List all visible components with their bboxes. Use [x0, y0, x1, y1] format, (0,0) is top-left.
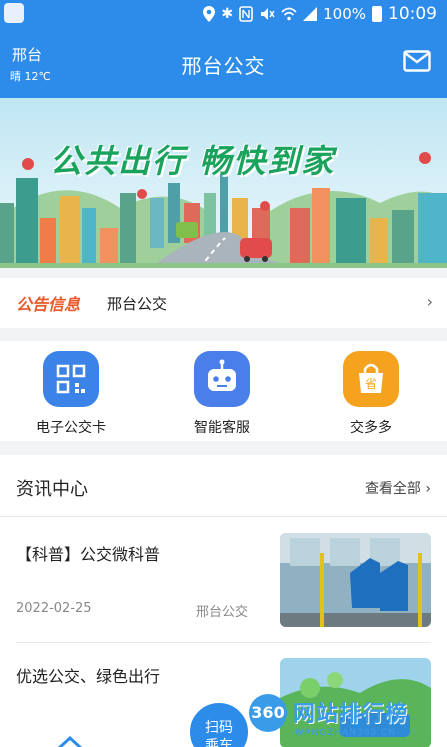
news-item[interactable]: 【科普】公交微科普 2022-02-25 邢台公交 — [16, 533, 431, 643]
notice-text: 邢台公交 — [107, 295, 168, 313]
banner-carousel[interactable]: 公共出行 畅快到家 — [0, 98, 447, 268]
scan-label-line1: 扫码 — [205, 720, 233, 736]
news-item-title: 【科普】公交微科普 — [16, 545, 161, 564]
news-item-source: 邢台公交 — [196, 605, 249, 620]
watermark-text: 网站排行榜 — [293, 702, 409, 727]
chevron-right-icon: › — [426, 292, 433, 311]
watermark-badge: 360 — [249, 694, 287, 732]
bluetooth-icon: ✱ — [221, 6, 234, 22]
battery-icon — [372, 6, 382, 22]
view-all-link[interactable]: 查看全部 › — [365, 478, 431, 498]
qr-card-icon — [43, 351, 99, 407]
signal-icon — [303, 7, 318, 21]
clock: 10:09 — [388, 4, 437, 24]
quick-action-label: 智能客服 — [194, 420, 250, 436]
wifi-icon — [281, 7, 297, 21]
banner-slogan: 公共出行 畅快到家 — [50, 142, 336, 180]
news-header: 资讯中心 查看全部 › — [0, 455, 447, 517]
page-title: 邢台公交 — [181, 54, 266, 78]
watermark-url: -WANGZHAN360.CN- — [291, 728, 401, 738]
scan-label-line2: 乘车 — [205, 738, 233, 747]
quick-action-shop[interactable]: 省 交多多 — [306, 341, 436, 441]
app-screen: ✱ 100% 10:09 邢台 晴 12℃ 邢台公交 公共出行 畅快到家 公告信… — [0, 0, 447, 747]
app-notification-icon — [4, 3, 24, 23]
status-bar: ✱ 100% 10:09 — [0, 0, 447, 28]
nfc-icon — [239, 6, 253, 22]
mute-icon — [261, 8, 275, 20]
watermark: 360 网站排行榜 -WANGZHAN360.CN- — [245, 690, 445, 747]
home-icon[interactable] — [56, 736, 84, 747]
quick-action-bus-card[interactable]: 电子公交卡 — [6, 341, 136, 441]
top-bar: ✱ 100% 10:09 邢台 晴 12℃ 邢台公交 — [0, 0, 447, 98]
battery-percent: 100% — [323, 5, 366, 23]
news-title: 资讯中心 — [16, 479, 88, 500]
notice-badge: 公告信息 — [16, 295, 81, 314]
banner-illustration — [0, 98, 447, 268]
quick-action-label: 电子公交卡 — [36, 420, 106, 436]
view-all-label: 查看全部 — [364, 481, 421, 497]
app-header: 邢台 晴 12℃ 邢台公交 — [0, 28, 447, 98]
news-item-title: 优选公交、绿色出行 — [16, 667, 161, 686]
shopping-bag-icon: 省 — [343, 351, 399, 407]
quick-action-label: 交多多 — [350, 420, 392, 436]
location-icon — [203, 6, 216, 22]
robot-icon — [194, 351, 250, 407]
svg-text:省: 省 — [365, 377, 377, 391]
news-item-thumbnail — [280, 533, 431, 627]
news-item-date: 2022-02-25 — [16, 601, 92, 616]
status-icons: ✱ 100% 10:09 — [203, 4, 437, 24]
quick-action-service[interactable]: 智能客服 — [157, 341, 287, 441]
mail-icon[interactable] — [403, 50, 431, 72]
notice-row[interactable]: 公告信息 邢台公交 › — [0, 278, 447, 328]
quick-actions: 电子公交卡 智能客服 省 交多多 — [0, 341, 447, 441]
